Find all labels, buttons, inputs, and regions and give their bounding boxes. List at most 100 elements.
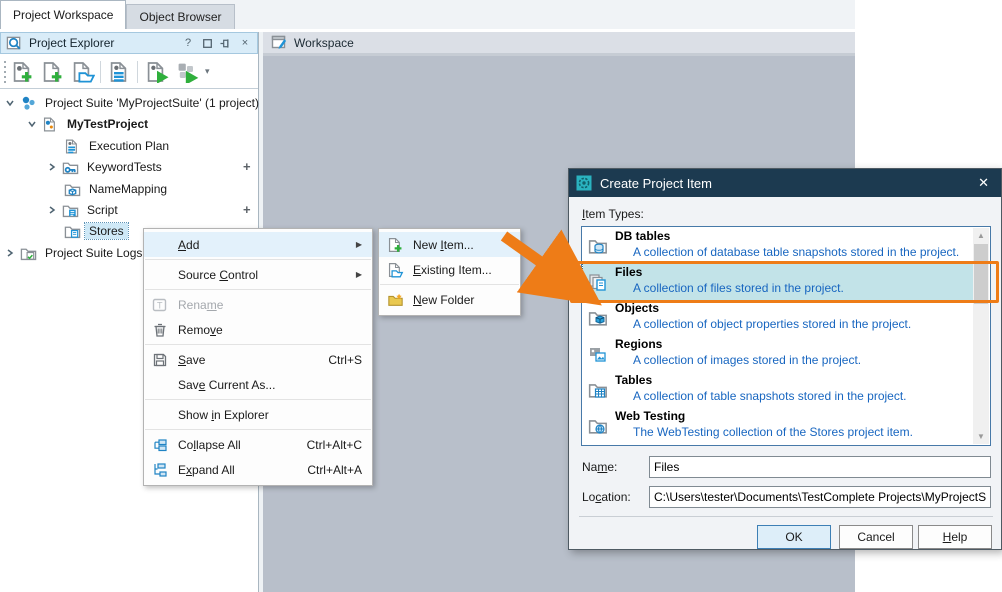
toolbar-dropdown-caret[interactable]: ▾ bbox=[201, 66, 214, 77]
tree-label-namemapping: NameMapping bbox=[85, 181, 171, 197]
item-type-description: A collection of images stored in the pro… bbox=[633, 353, 861, 367]
menu-item-rename: T Rename bbox=[144, 292, 372, 317]
ok-button-label: OK bbox=[785, 530, 802, 544]
chevron-right-icon[interactable] bbox=[4, 247, 16, 259]
tree-row-stores[interactable]: Stores bbox=[64, 221, 128, 241]
tree-row-namemapping[interactable]: NameMapping bbox=[64, 179, 171, 199]
menu-shortcut: Ctrl+S bbox=[328, 353, 362, 367]
objects-icon bbox=[588, 308, 608, 328]
tab-object-browser[interactable]: Object Browser bbox=[126, 4, 234, 29]
add-child-marker-keywordtests[interactable]: + bbox=[243, 159, 255, 174]
name-input[interactable] bbox=[649, 456, 991, 478]
menu-item-remove-label: Remove bbox=[178, 323, 362, 337]
menu-item-collapse-all-label: Collapse All bbox=[178, 438, 289, 452]
tree-label-stores: Stores bbox=[85, 223, 128, 239]
menu-separator bbox=[145, 399, 371, 400]
item-type-web-testing[interactable]: Web Testing The WebTesting collection of… bbox=[583, 408, 973, 444]
submenu-item-new-item[interactable]: New Item... bbox=[379, 232, 520, 257]
toolbar-grip[interactable] bbox=[2, 61, 7, 83]
item-type-tables[interactable]: Tables A collection of table snapshots s… bbox=[583, 372, 973, 408]
item-type-description: The WebTesting collection of the Stores … bbox=[633, 425, 913, 439]
item-type-description: A collection of object properties stored… bbox=[633, 317, 911, 331]
workspace-icon bbox=[271, 34, 288, 51]
project-explorer-title: Project Explorer bbox=[29, 36, 114, 50]
chevron-down-icon[interactable] bbox=[26, 118, 38, 130]
menu-item-save-current-as[interactable]: Save Current As... bbox=[144, 372, 372, 397]
menu-separator bbox=[145, 429, 371, 430]
project-suite-logs-icon bbox=[20, 245, 37, 262]
float-window-button[interactable] bbox=[201, 36, 213, 50]
submenu-arrow-icon: ▶ bbox=[356, 270, 362, 279]
dialog-close-button[interactable]: ✕ bbox=[978, 175, 989, 191]
chevron-right-icon[interactable] bbox=[46, 204, 58, 216]
new-project-icon bbox=[41, 61, 65, 83]
organize-tests-button[interactable] bbox=[106, 58, 134, 86]
web-testing-icon bbox=[588, 416, 608, 436]
scroll-down-icon[interactable]: ▼ bbox=[973, 429, 989, 444]
item-type-objects[interactable]: Objects A collection of object propertie… bbox=[583, 300, 973, 336]
tree-label-execution-plan: Execution Plan bbox=[85, 138, 173, 154]
new-project-suite-button[interactable] bbox=[9, 58, 37, 86]
tree-label-project-suite: Project Suite 'MyProjectSuite' (1 projec… bbox=[41, 95, 263, 111]
close-panel-button[interactable]: × bbox=[239, 36, 251, 50]
toolbar-separator bbox=[137, 61, 138, 83]
submenu-item-new-item-label: New Item... bbox=[413, 238, 510, 252]
menu-item-collapse-all[interactable]: Collapse All Ctrl+Alt+C bbox=[144, 432, 372, 457]
tree-label-project-suite-logs: Project Suite Logs bbox=[41, 245, 146, 261]
toolbar-separator bbox=[100, 61, 101, 83]
menu-item-show-in-explorer[interactable]: Show in Explorer bbox=[144, 402, 372, 427]
tree-row-script[interactable]: Script bbox=[46, 200, 122, 220]
tables-icon bbox=[588, 380, 608, 400]
menu-item-save-label: Save bbox=[178, 353, 310, 367]
pin-button[interactable] bbox=[220, 36, 232, 50]
project-icon bbox=[42, 116, 59, 133]
submenu-item-existing-item-label: Existing Item... bbox=[413, 263, 510, 277]
menu-separator bbox=[380, 284, 519, 285]
tree-row-execution-plan[interactable]: Execution Plan bbox=[64, 136, 173, 156]
location-input[interactable] bbox=[649, 486, 991, 508]
submenu-item-existing-item[interactable]: Existing Item... bbox=[379, 257, 520, 282]
item-type-name: DB tables bbox=[615, 229, 670, 243]
menu-item-save-current-as-label: Save Current As... bbox=[178, 378, 362, 392]
tree-row-keywordtests[interactable]: KeywordTests bbox=[46, 157, 166, 177]
help-button-dialog[interactable]: Help bbox=[918, 525, 992, 549]
tree-row-mytestproject[interactable]: MyTestProject bbox=[26, 114, 152, 134]
tree-label-mytestproject: MyTestProject bbox=[63, 116, 152, 132]
open-file-button[interactable] bbox=[69, 58, 97, 86]
tree-row-project-suite-logs[interactable]: Project Suite Logs bbox=[4, 243, 146, 263]
add-submenu: New Item... Existing Item... New Folder bbox=[378, 228, 521, 316]
cancel-button[interactable]: Cancel bbox=[839, 525, 913, 549]
run-project-button[interactable] bbox=[143, 58, 171, 86]
menu-item-add[interactable]: Add ▶ bbox=[144, 232, 372, 257]
run-project-suite-button[interactable] bbox=[173, 58, 201, 86]
menu-item-remove[interactable]: Remove bbox=[144, 317, 372, 342]
item-types-label: Item Types: bbox=[582, 207, 644, 221]
menu-item-expand-all[interactable]: Expand All Ctrl+Alt+A bbox=[144, 457, 372, 482]
dialog-titlebar[interactable]: Create Project Item ✕ bbox=[569, 169, 1001, 197]
item-type-db-tables[interactable]: DB tables A collection of database table… bbox=[583, 228, 973, 264]
item-type-description: A collection of table snapshots stored i… bbox=[633, 389, 907, 403]
menu-item-source-control[interactable]: Source Control ▶ bbox=[144, 262, 372, 287]
run-project-suite-icon bbox=[175, 61, 199, 83]
tree-row-project-suite[interactable]: Project Suite 'MyProjectSuite' (1 projec… bbox=[4, 93, 263, 113]
submenu-item-new-folder[interactable]: New Folder bbox=[379, 287, 520, 312]
chevron-down-icon[interactable] bbox=[4, 97, 16, 109]
help-button-label: Help bbox=[943, 530, 968, 544]
screenshot-root: Project Workspace Object Browser Workspa… bbox=[0, 0, 1002, 592]
help-button[interactable]: ? bbox=[182, 36, 194, 50]
item-types-list: DB tables A collection of database table… bbox=[581, 226, 991, 446]
create-project-item-dialog: Create Project Item ✕ Item Types: DB tab… bbox=[568, 168, 1002, 550]
explorer-toolbar: ▾ bbox=[0, 55, 258, 89]
dialog-app-icon bbox=[576, 175, 592, 191]
workspace-title: Workspace bbox=[294, 36, 354, 50]
chevron-right-icon[interactable] bbox=[46, 161, 58, 173]
add-child-marker-script[interactable]: + bbox=[243, 202, 255, 217]
scroll-up-icon[interactable]: ▲ bbox=[973, 228, 989, 243]
expand-all-icon bbox=[150, 460, 170, 480]
item-type-regions[interactable]: Regions A collection of images stored in… bbox=[583, 336, 973, 372]
new-project-button[interactable] bbox=[39, 58, 67, 86]
execution-plan-icon bbox=[64, 138, 81, 155]
ok-button[interactable]: OK bbox=[757, 525, 831, 549]
menu-item-save[interactable]: Save Ctrl+S bbox=[144, 347, 372, 372]
tab-project-workspace[interactable]: Project Workspace bbox=[0, 0, 126, 29]
